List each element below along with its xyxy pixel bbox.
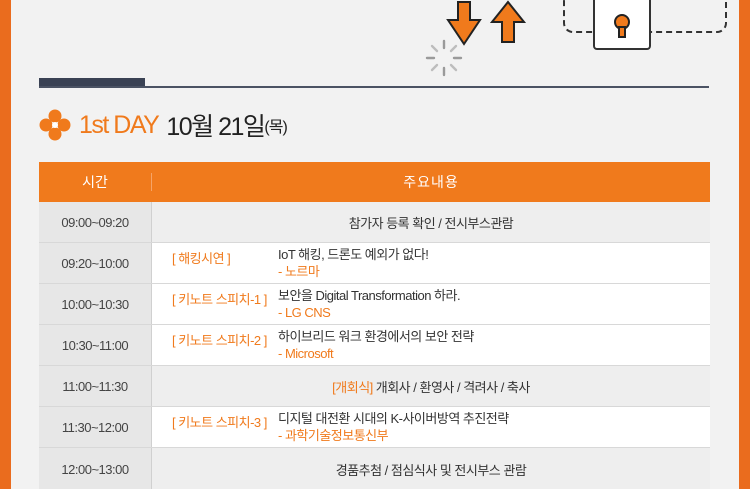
section-divider <box>39 86 709 88</box>
row-content: 참가자 등록 확인 / 전시부스관람 <box>152 202 710 242</box>
row-time: 09:00~09:20 <box>39 202 152 242</box>
row-content: [ 키노트 스피치-2 ] 하이브리드 워크 환경에서의 보안 전략 - Mic… <box>152 325 710 365</box>
row-content: [개회식] 개회사 / 환영사 / 격려사 / 축사 <box>152 366 710 406</box>
day-heading: 1st DAY 10월 21일 (목) <box>39 108 288 142</box>
row-time: 09:20~10:00 <box>39 243 152 283</box>
row-time: 11:30~12:00 <box>39 407 152 447</box>
row-time: 12:00~13:00 <box>39 448 152 489</box>
row-title: 디지털 대전환 시대의 K-사이버방역 추진전략 <box>278 411 509 426</box>
row-title: 참가자 등록 확인 / 전시부스관람 <box>348 215 514 231</box>
table-row: 11:00~11:30 [개회식] 개회사 / 환영사 / 격려사 / 축사 <box>39 366 710 407</box>
row-content: [ 키노트 스피치-1 ] 보안을 Digital Transformation… <box>152 284 710 324</box>
day-of-week-label: (목) <box>264 119 287 136</box>
row-tag: [ 키노트 스피치-2 ] <box>172 333 267 348</box>
orange-flower-bullet-icon <box>39 109 71 141</box>
header-content: 주요내용 <box>403 174 459 190</box>
row-time: 10:30~11:00 <box>39 325 152 365</box>
row-speaker: - LG CNS <box>278 305 331 320</box>
table-row: 09:20~10:00 [ 해킹시연 ] IoT 해킹, 드론도 예외가 없다!… <box>39 243 710 284</box>
table-row: 11:30~12:00 [ 키노트 스피치-3 ] 디지털 대전환 시대의 K-… <box>39 407 710 448</box>
row-title: 개회사 / 환영사 / 격려사 / 축사 <box>375 379 531 395</box>
row-time: 11:00~11:30 <box>39 366 152 406</box>
loading-spinner-icon <box>425 39 463 77</box>
day-label: 1st DAY <box>79 110 160 139</box>
row-title: 하이브리드 워크 환경에서의 보안 전략 <box>278 329 474 344</box>
row-tag: [ 키노트 스피치-1 ] <box>172 292 267 307</box>
row-tag: [개회식] <box>332 379 373 395</box>
row-tag: [ 키노트 스피치-3 ] <box>172 415 267 430</box>
row-content: [ 해킹시연 ] IoT 해킹, 드론도 예외가 없다! - 노르마 <box>152 243 710 283</box>
table-row: 10:30~11:00 [ 키노트 스피치-2 ] 하이브리드 워크 환경에서의… <box>39 325 710 366</box>
table-row: 10:00~10:30 [ 키노트 스피치-1 ] 보안을 Digital Tr… <box>39 284 710 325</box>
content-panel: 1st DAY 10월 21일 (목) 시간 주요내용 09:00~09:20 … <box>11 0 739 489</box>
keyhole-lock-icon <box>593 0 651 50</box>
table-row: 09:00~09:20 참가자 등록 확인 / 전시부스관람 <box>39 202 710 243</box>
row-speaker: - Microsoft <box>278 346 334 361</box>
table-row: 12:00~13:00 경품추첨 / 점심식사 및 전시부스 관람 <box>39 448 710 489</box>
row-speaker: - 노르마 <box>278 264 320 279</box>
row-content: [ 키노트 스피치-3 ] 디지털 대전환 시대의 K-사이버방역 추진전략 -… <box>152 407 710 447</box>
row-time: 10:00~10:30 <box>39 284 152 324</box>
row-title: 보안을 Digital Transformation 하라. <box>278 288 461 303</box>
table-header: 시간 주요내용 <box>39 162 710 202</box>
row-title: IoT 해킹, 드론도 예외가 없다! <box>278 247 429 262</box>
row-content: 경품추첨 / 점심식사 및 전시부스 관람 <box>152 448 710 489</box>
date-label: 10월 21일 <box>166 113 266 141</box>
row-speaker: - 과학기술정보통신부 <box>278 428 389 443</box>
row-tag: [ 해킹시연 ] <box>172 251 231 266</box>
row-title: 경품추첨 / 점심식사 및 전시부스 관람 <box>335 462 527 478</box>
schedule-table: 시간 주요내용 09:00~09:20 참가자 등록 확인 / 전시부스관람 0… <box>39 162 710 489</box>
header-time: 시간 <box>82 174 108 190</box>
